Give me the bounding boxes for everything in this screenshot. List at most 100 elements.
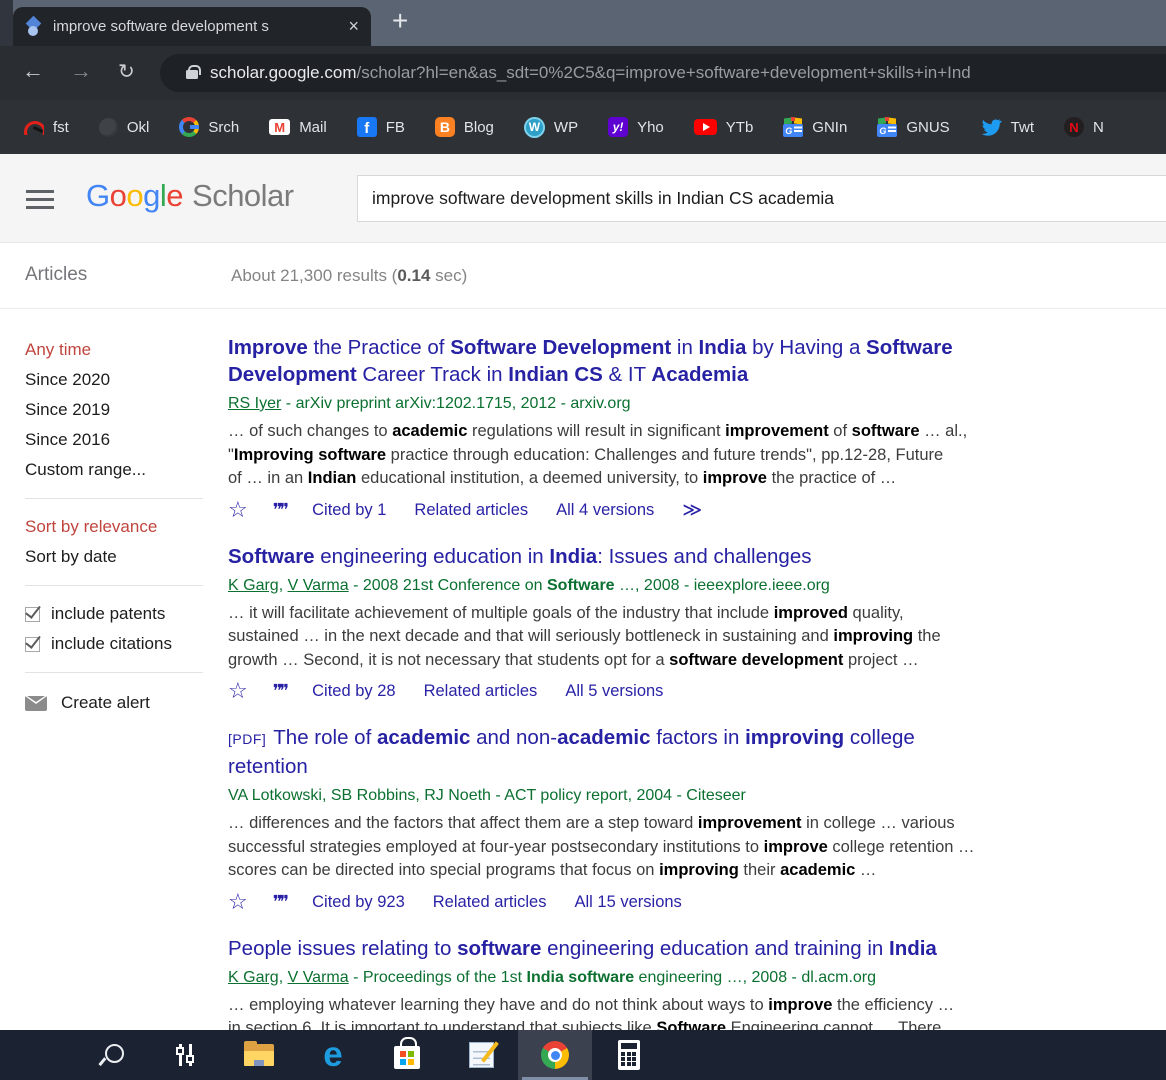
text-segment: improving	[745, 726, 844, 749]
bookmark-n[interactable]: NN	[1064, 117, 1104, 137]
result-authors: VA Lotkowski, SB Robbins, RJ Noeth - ACT…	[228, 785, 1133, 807]
bookmark-mail[interactable]: MMail	[269, 119, 327, 136]
result-title-link[interactable]: People issues relating to software engin…	[228, 935, 1133, 962]
cited-by-link[interactable]: Cited by 1	[312, 501, 386, 520]
save-star-icon[interactable]: ☆	[228, 679, 248, 704]
filter-sort-by-date[interactable]: Sort by date	[25, 542, 203, 572]
filter-custom-range[interactable]: Custom range...	[25, 455, 203, 485]
lock-icon	[186, 70, 198, 79]
hamburger-menu-icon[interactable]	[26, 190, 54, 214]
articles-tab[interactable]: Articles	[25, 264, 87, 286]
cite-quote-icon[interactable]: ❞❞	[273, 500, 286, 521]
save-star-icon[interactable]: ☆	[228, 890, 248, 915]
bookmark-gnus[interactable]: GGNUS	[877, 117, 949, 137]
cited-by-link[interactable]: Cited by 923	[312, 893, 405, 912]
pdf-tag: [PDF]	[228, 731, 266, 747]
all-versions-link[interactable]: All 5 versions	[565, 682, 663, 701]
text-segment: ,	[279, 969, 288, 986]
bookmark-wp[interactable]: WWP	[524, 117, 578, 138]
bookmark-fst[interactable]: fst	[22, 119, 69, 136]
tab-close-icon[interactable]: ×	[348, 16, 359, 37]
scholar-search-input[interactable]	[357, 175, 1166, 222]
scholar-logo[interactable]: GoogleScholar	[86, 178, 294, 214]
notepad-button[interactable]	[444, 1030, 518, 1080]
filter-since-2019[interactable]: Since 2019	[25, 395, 203, 425]
text-segment: improve	[768, 996, 832, 1014]
address-bar[interactable]: scholar.google.com/scholar?hl=en&as_sdt=…	[160, 54, 1166, 92]
cited-by-link[interactable]: Cited by 28	[312, 682, 395, 701]
text-segment: India	[699, 336, 747, 359]
search-icon	[99, 1043, 123, 1067]
bookmark-srch[interactable]: Srch	[179, 117, 239, 137]
windows-logo-icon	[26, 1044, 48, 1066]
filter-sort-by-relevance[interactable]: Sort by relevance	[25, 512, 203, 542]
create-alert-button[interactable]: Create alert	[25, 693, 203, 713]
result-snippet: … employing whatever learning they have …	[228, 994, 1133, 1031]
new-tab-button[interactable]: +	[392, 5, 408, 37]
author-link[interactable]: K Garg	[228, 969, 279, 986]
bookmark-okl[interactable]: Okl	[99, 118, 150, 137]
bookmark-blog[interactable]: BBlog	[435, 117, 494, 137]
related-articles-link[interactable]: Related articles	[424, 682, 538, 701]
store-bag-icon	[394, 1046, 420, 1069]
cite-quote-icon[interactable]: ❞❞	[273, 681, 286, 702]
text-segment: the practice of …	[767, 469, 896, 487]
forward-icon[interactable]: →	[70, 58, 92, 84]
result-authors: RS Iyer - arXiv preprint arXiv:1202.1715…	[228, 393, 1133, 415]
bookmark-gnin[interactable]: GGNIn	[783, 117, 847, 137]
google-g-icon	[179, 117, 199, 137]
bookmark-ytb[interactable]: YTb	[694, 119, 754, 136]
bookmark-label: Blog	[464, 119, 494, 136]
chrome-button[interactable]	[518, 1030, 592, 1080]
all-versions-link[interactable]: All 4 versions	[556, 501, 654, 520]
fast-speedometer-icon	[22, 120, 44, 135]
author-link[interactable]: RS Iyer	[228, 395, 281, 412]
file-explorer-button[interactable]	[222, 1030, 296, 1080]
filter-since-2016[interactable]: Since 2016	[25, 425, 203, 455]
text-segment: Development	[228, 363, 357, 386]
text-segment: software development	[669, 651, 843, 669]
double-chevron-more-icon[interactable]: ≫	[682, 499, 702, 521]
store-button[interactable]	[370, 1030, 444, 1080]
reload-icon[interactable]: ↻	[118, 59, 135, 84]
related-articles-link[interactable]: Related articles	[414, 501, 528, 520]
calculator-button[interactable]	[592, 1030, 666, 1080]
back-icon[interactable]: ←	[22, 58, 44, 84]
result-title-link[interactable]: [PDF]The role of academic and non-academ…	[228, 724, 1133, 780]
all-versions-link[interactable]: All 15 versions	[575, 893, 682, 912]
active-tab[interactable]: improve software development s ×	[13, 7, 371, 46]
text-segment: in	[671, 336, 698, 359]
author-link[interactable]: K Garg	[228, 577, 279, 594]
bookmark-twt[interactable]: Twt	[980, 118, 1034, 136]
filter-since-2020[interactable]: Since 2020	[25, 365, 203, 395]
checkbox-icon[interactable]	[25, 607, 40, 622]
author-link[interactable]: V Varma	[288, 969, 349, 986]
text-segment: Software	[656, 1019, 726, 1030]
checkbox-include-patents[interactable]: include patents	[25, 599, 203, 629]
cite-quote-icon[interactable]: ❞❞	[273, 892, 286, 913]
bookmark-label: fst	[53, 119, 69, 136]
text-segment: regulations will result in significant	[467, 422, 725, 440]
text-segment: educational institution, a deemed univer…	[356, 469, 702, 487]
filter-any-time[interactable]: Any time	[25, 335, 203, 365]
result-actions: ☆ ❞❞ Cited by 1 Related articles All 4 versi…	[228, 498, 1133, 523]
author-link[interactable]: V Varma	[288, 577, 349, 594]
save-star-icon[interactable]: ☆	[228, 498, 248, 523]
edge-button[interactable]: e	[296, 1030, 370, 1080]
checkbox-icon[interactable]	[25, 637, 40, 652]
bookmark-label: Yho	[637, 119, 664, 136]
result-title-link[interactable]: Software engineering education in India:…	[228, 543, 1133, 570]
bookmark-fb[interactable]: fFB	[357, 117, 405, 137]
checkbox-include-citations[interactable]: include citations	[25, 629, 203, 659]
text-segment: Career Track in	[357, 363, 509, 386]
text-segment: improvement	[698, 814, 802, 832]
taskbar-search-button[interactable]	[74, 1030, 148, 1080]
result-title-link[interactable]: Improve the Practice of Software Develop…	[228, 334, 1133, 388]
search-result: People issues relating to software engin…	[228, 935, 1133, 1031]
related-articles-link[interactable]: Related articles	[433, 893, 547, 912]
task-view-button[interactable]	[148, 1030, 222, 1080]
start-button[interactable]	[0, 1030, 74, 1080]
bookmark-yho[interactable]: y!Yho	[608, 117, 664, 137]
bookmark-label: Mail	[299, 119, 327, 136]
search-result: Software engineering education in India:…	[228, 543, 1133, 705]
